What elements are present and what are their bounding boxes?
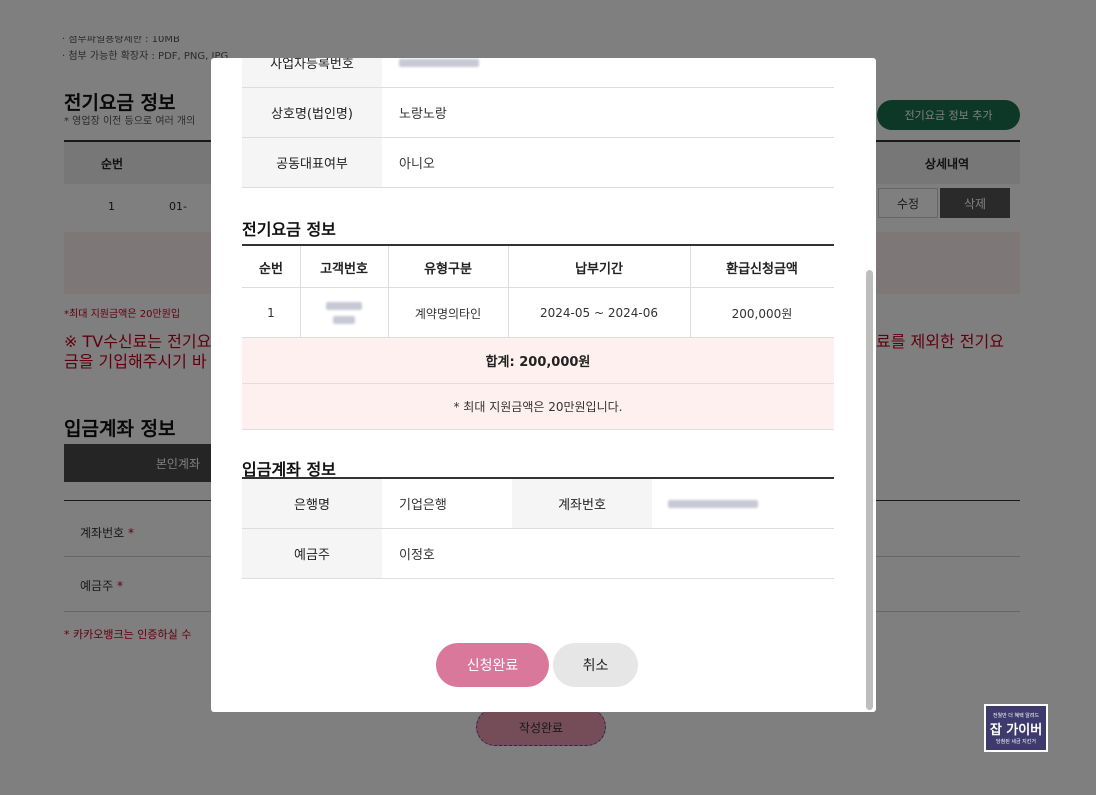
- col-customer-no: 고객번호: [320, 261, 368, 277]
- row-customer-no: [300, 288, 388, 338]
- col-amount: 환급신청금액: [726, 261, 798, 277]
- cancel-button[interactable]: 취소: [553, 643, 638, 687]
- row-period: 2024-05 ~ 2024-06: [540, 306, 658, 320]
- holder-row: 예금주 이정호: [242, 529, 834, 579]
- biz-reg-label: 사업자등록번호: [242, 58, 382, 87]
- acct-no-label: 계좌번호: [512, 479, 652, 528]
- joint-rep-label: 공동대표여부: [242, 138, 382, 187]
- job-guyver-badge[interactable]: 전월만 더 혜택 알려드 잡 가이버 당첨된 세금 지킨거: [984, 704, 1048, 752]
- bank-value: 기업은행: [399, 498, 447, 513]
- col-type: 유형구분: [424, 261, 472, 277]
- col-period: 납부기간: [575, 261, 623, 277]
- table-total: 합계: 200,000원: [242, 338, 834, 384]
- holder-label: 예금주: [242, 529, 382, 578]
- modal-scrollbar[interactable]: [866, 270, 873, 710]
- biz-reg-row: 사업자등록번호: [242, 58, 834, 88]
- joint-rep-value: 아니오: [399, 157, 435, 172]
- acct-no-value: [668, 479, 758, 528]
- company-label: 상호명(법인명): [242, 88, 382, 137]
- row-amount: 200,000원: [731, 306, 793, 321]
- row-no: 1: [267, 306, 275, 320]
- badge-bottom-text: 당첨된 세금 지킨거: [996, 738, 1036, 745]
- max-support-note: * 최대 지원금액은 20만원입니다.: [242, 384, 834, 430]
- table-row: 1 계약명의타인 2024-05 ~ 2024-06 200,000원: [242, 288, 834, 338]
- row-type: 계약명의타인: [414, 306, 482, 321]
- bank-label: 은행명: [242, 479, 382, 528]
- elec-info-title: 전기요금 정보: [242, 220, 336, 239]
- joint-rep-row: 공동대표여부 아니오: [242, 138, 834, 188]
- company-row: 상호명(법인명) 노랑노랑: [242, 88, 834, 138]
- badge-top-text: 전월만 더 혜택 알려드: [992, 712, 1040, 719]
- company-value: 노랑노랑: [399, 107, 447, 122]
- apply-complete-button[interactable]: 신청완료: [436, 643, 549, 687]
- holder-value: 이정호: [399, 548, 435, 563]
- elec-table-header: 순번 고객번호 유형구분 납부기간 환급신청금액: [242, 244, 834, 288]
- col-no: 순번: [259, 261, 283, 277]
- biz-reg-value: [399, 58, 479, 87]
- application-confirm-modal: 사업자등록번호 상호명(법인명) 노랑노랑 공동대표여부 아니오 전기요금 정보…: [211, 58, 876, 712]
- bank-row: 은행명 기업은행 계좌번호: [242, 479, 834, 529]
- badge-main-text: 잡 가이버: [989, 722, 1043, 738]
